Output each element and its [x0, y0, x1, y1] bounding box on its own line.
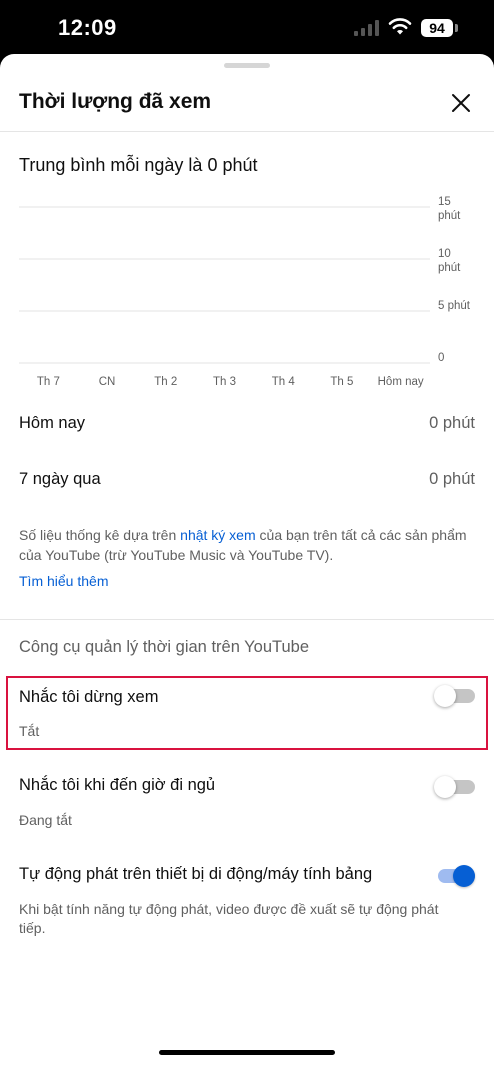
- last-7-days-label: 7 ngày qua: [19, 470, 101, 488]
- x-tick-label: Th 7: [37, 376, 60, 388]
- info-text-before: Số liệu thống kê dựa trên: [19, 527, 181, 543]
- battery-tip: [455, 24, 458, 32]
- stats-info-text: Số liệu thống kê dựa trên nhật ký xem củ…: [19, 525, 469, 565]
- toggle-thumb: [434, 685, 456, 707]
- sheet-title: Thời lượng đã xem: [19, 90, 212, 113]
- wifi-icon: [388, 18, 412, 35]
- toggle-thumb: [453, 865, 475, 887]
- remind-break-status: Tắt: [19, 723, 40, 739]
- status-bar: 12:09 94: [0, 0, 494, 56]
- x-tick-label: Th 4: [272, 376, 296, 388]
- x-tick-label: Hôm nay: [378, 376, 424, 388]
- y-tick-label: 5 phút: [438, 300, 471, 312]
- sheet-grabber[interactable]: [224, 63, 270, 68]
- today-label: Hôm nay: [19, 414, 86, 432]
- last-7-days-value: 0 phút: [429, 470, 475, 488]
- bedtime-reminder-toggle[interactable]: [434, 775, 475, 799]
- watch-history-link[interactable]: nhật ký xem: [180, 527, 255, 543]
- watch-time-sheet: Thời lượng đã xem Trung bình mỗi ngày là…: [0, 54, 494, 1068]
- daily-average-text: Trung bình mỗi ngày là 0 phút: [19, 155, 258, 175]
- x-tick-label: Th 5: [330, 376, 353, 388]
- x-tick-label: Th 2: [154, 376, 177, 388]
- autoplay-toggle[interactable]: [434, 864, 475, 888]
- x-tick-label: Th 3: [213, 376, 236, 388]
- bedtime-reminder-status: Đang tắt: [19, 812, 72, 828]
- header-divider: [0, 131, 494, 132]
- y-tick-label: 0: [438, 352, 444, 364]
- remind-break-toggle[interactable]: [434, 684, 475, 708]
- battery-icon: 94: [421, 19, 453, 37]
- section-divider: [0, 619, 494, 620]
- remind-break-title[interactable]: Nhắc tôi dừng xem: [19, 688, 158, 707]
- toggle-thumb: [434, 776, 456, 798]
- learn-more-link[interactable]: Tìm hiểu thêm: [19, 573, 108, 589]
- close-button[interactable]: [446, 88, 476, 118]
- watch-time-chart: 15 phút 10 phút 5 phút 0 Th 7 CN Th 2 Th 3 Th 4 Th …: [19, 196, 471, 388]
- y-tick-label: 15 phút: [438, 196, 461, 222]
- today-value: 0 phút: [429, 414, 475, 432]
- y-tick-label: 10 phút: [438, 248, 461, 274]
- autoplay-description: Khi bật tính năng tự động phát, video đư…: [19, 901, 439, 936]
- autoplay-title[interactable]: Tự động phát trên thiết bị di động/máy t…: [19, 865, 372, 884]
- signal-icon: [354, 20, 380, 36]
- home-indicator[interactable]: [159, 1050, 335, 1055]
- tools-section-title: Công cụ quản lý thời gian trên YouTube: [19, 638, 309, 656]
- status-time: 12:09: [58, 15, 117, 40]
- x-tick-label: CN: [99, 376, 116, 388]
- close-icon: [452, 94, 470, 112]
- bedtime-reminder-title[interactable]: Nhắc tôi khi đến giờ đi ngủ: [19, 776, 215, 795]
